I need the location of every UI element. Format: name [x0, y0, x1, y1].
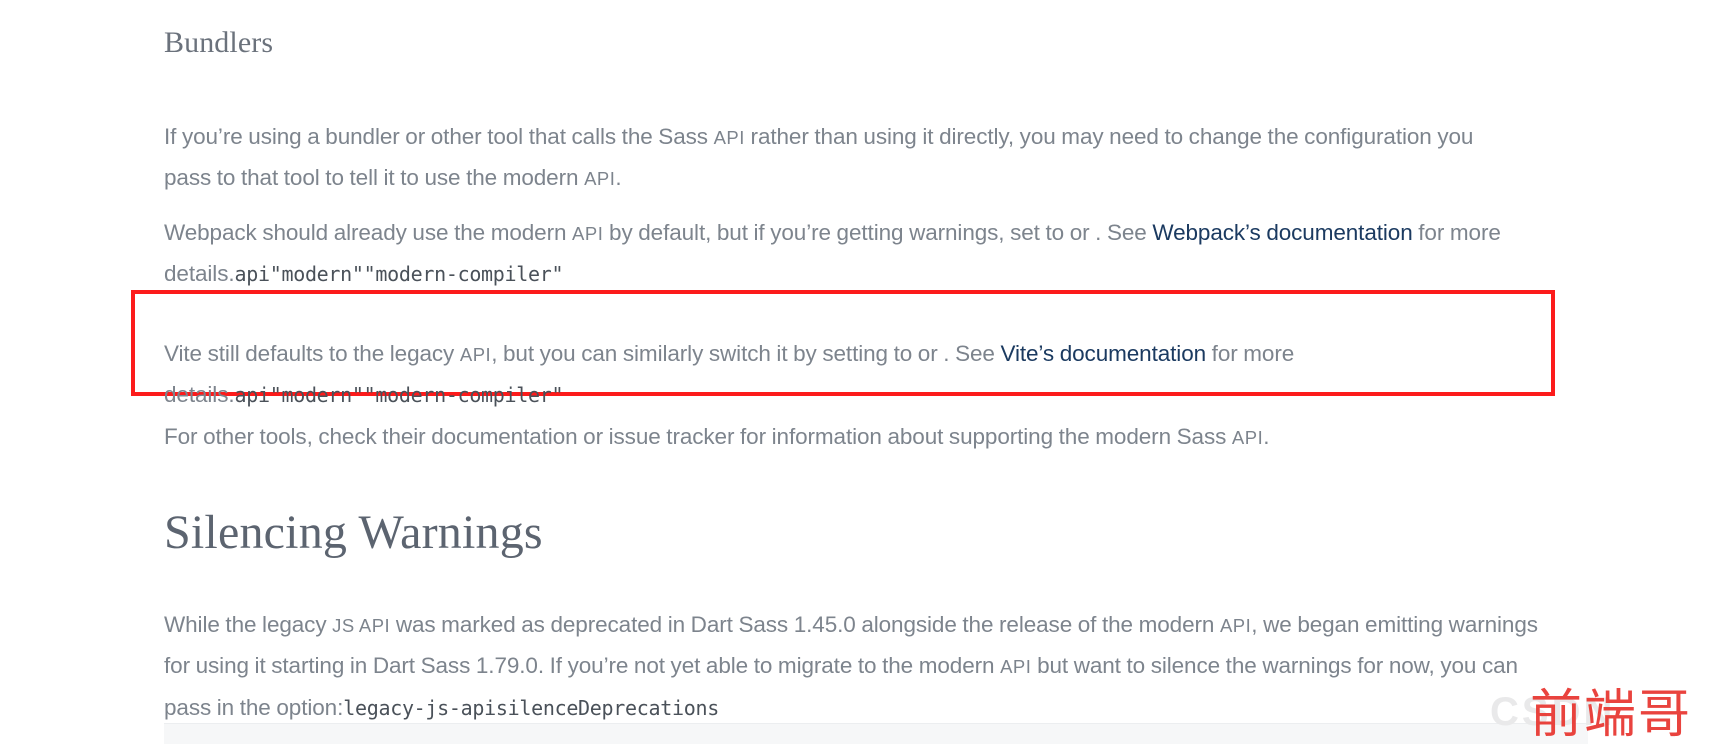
documentation-page: Bundlers If you’re using a bundler or ot… [0, 0, 1729, 745]
inline-code-api-modern: api"modern""modern-compiler" [234, 383, 564, 407]
inline-code-api: API [1219, 614, 1252, 636]
text-fragment: Webpack should already use the modern [164, 219, 573, 245]
paragraph-webpack: Webpack should already use the modern AP… [164, 213, 1589, 295]
highlight-box-vite-paragraph: Vite still defaults to the legacy API, b… [131, 290, 1555, 407]
text-fragment: For other tools, check their documentati… [164, 423, 1232, 449]
inline-code-api-modern: api"modern""modern-compiler" [234, 262, 564, 286]
inline-code-api: API [459, 343, 492, 365]
heading-bundlers: Bundlers [164, 26, 274, 59]
link-vite-documentation[interactable]: Vite’s documentation [1000, 341, 1206, 366]
text-fragment: by default, but if you’re getting warnin… [603, 219, 1153, 245]
code-block-preview [164, 723, 1588, 744]
text-fragment: While the legacy [164, 611, 333, 637]
inline-code-api: API [572, 222, 604, 244]
text-fragment: , but you can similarly switch it by set… [491, 340, 1001, 366]
paragraph-vite: Vite still defaults to the legacy API, b… [164, 334, 1484, 416]
inline-code-api: API [1231, 426, 1264, 448]
inline-code-legacy-js-api: legacy-js-apisilenceDeprecations [343, 695, 719, 720]
text-fragment: . [1263, 423, 1270, 449]
link-webpack-documentation[interactable]: Webpack’s documentation [1152, 220, 1412, 245]
inline-code-api: API [1000, 656, 1032, 677]
text-fragment: If you’re using a bundler or other tool … [164, 123, 714, 149]
inline-code-js-api: JS API [332, 614, 391, 636]
text-fragment: . [615, 165, 622, 190]
heading-silencing-warnings: Silencing Warnings [164, 506, 543, 559]
paragraph-silencing-intro: While the legacy JS API was marked as de… [164, 605, 1564, 729]
paragraph-bundler-intro: If you’re using a bundler or other tool … [164, 117, 1484, 200]
text-fragment: Vite still defaults to the legacy [164, 340, 460, 366]
paragraph-other-tools: For other tools, check their documentati… [164, 417, 1564, 459]
watermark-author: 前端哥 [1530, 685, 1693, 745]
text-fragment: was marked as deprecated in Dart Sass 1.… [390, 611, 1220, 637]
inline-code-api: API [713, 126, 745, 148]
inline-code-api: API [584, 168, 616, 189]
